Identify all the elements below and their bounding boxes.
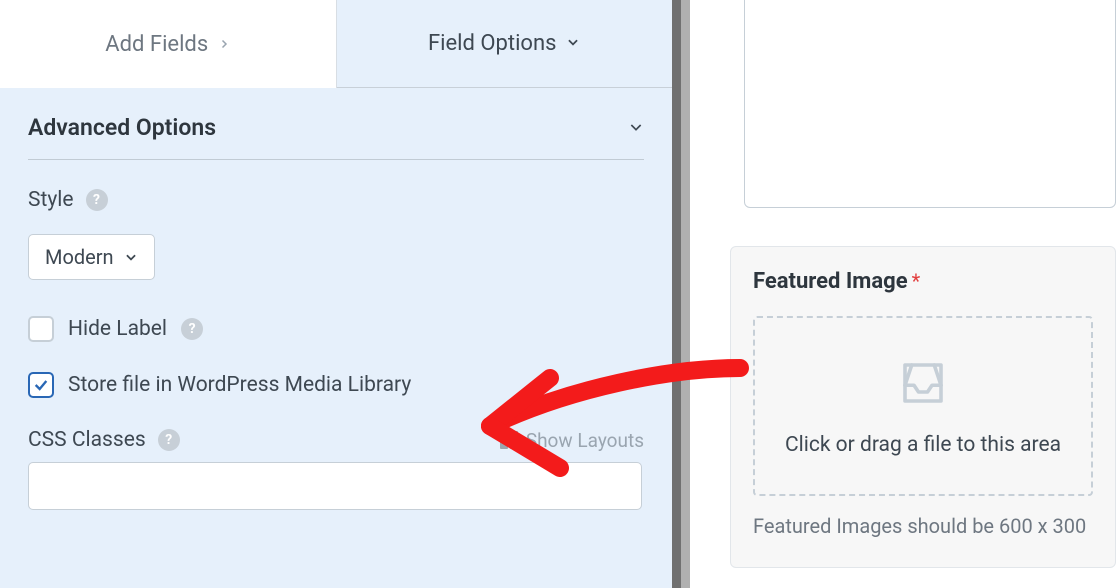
required-asterisk: * — [912, 269, 921, 293]
style-label: Style — [28, 188, 74, 212]
hide-label-checkbox[interactable] — [28, 316, 54, 342]
store-media-row: Store file in WordPress Media Library — [28, 372, 644, 398]
grid-icon — [500, 431, 518, 449]
css-classes-label: CSS Classes — [28, 428, 146, 452]
chevron-down-icon — [566, 34, 580, 53]
store-media-checkbox[interactable] — [28, 372, 54, 398]
tab-field-options[interactable]: Field Options — [337, 0, 673, 88]
style-row: Style ? — [28, 188, 644, 212]
preview-upper-box — [744, 0, 1116, 208]
tab-field-options-label: Field Options — [428, 31, 556, 56]
hide-label-row: Hide Label ? — [28, 316, 644, 342]
chevron-down-icon — [124, 250, 138, 264]
css-classes-header: CSS Classes ? Show Layouts — [28, 428, 644, 452]
show-layouts-label: Show Layouts — [526, 429, 644, 452]
css-classes-input[interactable] — [28, 462, 642, 510]
featured-image-label: Featured Image — [753, 269, 908, 294]
featured-image-dropzone[interactable]: Click or drag a file to this area — [753, 316, 1093, 496]
inbox-icon — [896, 356, 950, 415]
pane-divider[interactable] — [672, 0, 690, 588]
tab-bar: Add Fields Field Options — [0, 0, 672, 88]
store-media-text: Store file in WordPress Media Library — [68, 373, 411, 397]
help-icon[interactable]: ? — [158, 429, 180, 451]
advanced-options-accordion[interactable]: Advanced Options — [28, 88, 644, 160]
settings-panel: Add Fields Field Options Advanced Option… — [0, 0, 672, 588]
chevron-down-icon — [628, 116, 644, 140]
show-layouts-button[interactable]: Show Layouts — [500, 429, 644, 452]
advanced-options-title: Advanced Options — [28, 114, 216, 141]
dropzone-text: Click or drag a file to this area — [785, 433, 1061, 457]
featured-image-field: Featured Image* Click or drag a file to … — [730, 246, 1116, 568]
help-icon[interactable]: ? — [181, 318, 203, 340]
featured-image-note: Featured Images should be 600 x 300 — [753, 514, 1093, 538]
advanced-options-body: Style ? Modern Hide Label ? Store file i… — [0, 160, 672, 510]
tab-add-fields[interactable]: Add Fields — [0, 0, 337, 88]
preview-pane: Featured Image* Click or drag a file to … — [690, 0, 1116, 588]
help-icon[interactable]: ? — [86, 189, 108, 211]
chevron-right-icon — [218, 35, 230, 54]
tab-add-fields-label: Add Fields — [105, 32, 208, 57]
style-value: Modern — [45, 245, 114, 269]
featured-image-title-row: Featured Image* — [753, 269, 1093, 294]
hide-label-text: Hide Label — [68, 317, 167, 341]
style-select[interactable]: Modern — [28, 234, 155, 280]
